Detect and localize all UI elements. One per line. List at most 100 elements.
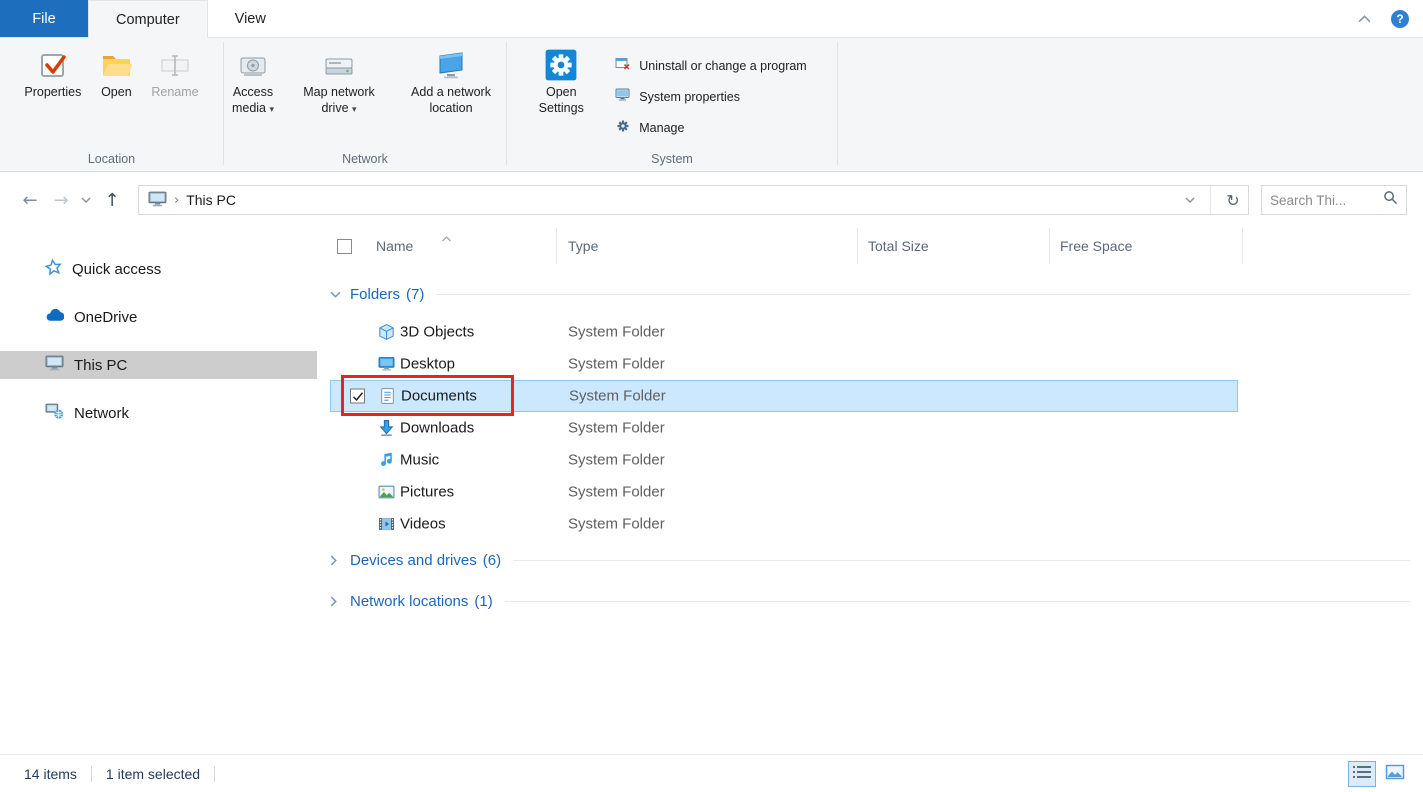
navigation-pane: Quick access OneDrive This PC Network [0,228,317,754]
access-media-button[interactable]: Access media ▾ [221,43,285,118]
media-drive-icon [236,48,270,82]
large-icons-view-icon [1385,764,1405,783]
rename-label: Rename [151,85,198,101]
downloads-icon [378,420,395,437]
selection-count: 1 item selected [106,766,200,782]
group-header-devices-and-drives[interactable]: Devices and drives (6) [330,546,1410,574]
sidebar-item-network[interactable]: Network [0,399,317,427]
back-button[interactable]: ← [14,190,46,211]
column-header-free-space[interactable]: Free Space [1050,228,1243,264]
sidebar-item-quick-access[interactable]: Quick access [0,255,317,283]
breadcrumb-this-pc[interactable]: This PC [186,192,236,208]
network-location-icon [434,48,468,82]
refresh-icon[interactable]: ↻ [1218,191,1248,210]
file-explorer-window: File Computer View ? Properties [0,0,1423,792]
group-header-folders[interactable]: Folders (7) [330,280,1410,308]
up-button[interactable]: ↑ [96,190,128,211]
column-header-total-size[interactable]: Total Size [858,228,1050,264]
rename-icon [158,48,192,82]
documents-icon [379,388,396,405]
music-note-icon [378,452,395,469]
address-dropdown-icon[interactable] [1177,186,1203,214]
column-header-name[interactable]: Name [317,228,557,264]
dropdown-arrow-icon: ▾ [352,105,357,115]
open-button[interactable]: Open [93,43,139,103]
chevron-down-icon[interactable] [330,291,350,298]
this-pc-icon [45,355,64,375]
sort-ascending-icon[interactable] [441,229,452,245]
3d-objects-icon [378,324,395,341]
add-network-location-label: Add a network location [399,85,503,116]
manage-button[interactable]: Manage [605,112,816,143]
select-all-checkbox[interactable] [337,239,352,254]
collapse-ribbon-icon[interactable] [1358,10,1371,28]
file-row-videos[interactable]: Videos System Folder [330,508,1238,540]
sidebar-item-this-pc[interactable]: This PC [0,351,317,379]
chevron-right-icon[interactable] [330,555,350,566]
search-icon[interactable] [1383,190,1398,210]
file-row-3d-objects[interactable]: 3D Objects System Folder [330,316,1238,348]
ribbon-group-location: Properties Open Rename Location [0,38,223,171]
file-row-downloads[interactable]: Downloads System Folder [330,412,1238,444]
system-properties-button[interactable]: System properties [605,81,816,112]
this-pc-icon [148,191,167,210]
chevron-right-icon[interactable] [330,596,350,607]
properties-icon [36,48,70,82]
forward-button[interactable]: → [46,190,76,211]
properties-label: Properties [24,85,81,101]
manage-gear-icon [615,118,631,137]
rename-button: Rename [145,43,204,103]
large-icons-view-button[interactable] [1381,761,1409,787]
uninstall-label: Uninstall or change a program [639,59,806,73]
uninstall-icon [615,56,631,75]
search-input[interactable] [1270,193,1383,208]
tab-computer[interactable]: Computer [88,0,208,38]
ribbon-group-system: Open Settings Uninstall or change a prog… [507,38,837,171]
group-label-system: System [507,152,837,166]
item-count: 14 items [24,766,77,782]
videos-icon [378,516,395,533]
address-bar[interactable]: › This PC ↻ [138,185,1249,215]
file-list-pane: Name Type Total Size Free Space Folder [317,228,1423,754]
details-view-icon [1352,764,1372,783]
group-header-network-locations[interactable]: Network locations (1) [330,587,1410,615]
ribbon: Properties Open Rename Location [0,38,1423,172]
map-network-drive-label: Map network drive [303,85,375,115]
file-row-desktop[interactable]: Desktop System Folder [330,348,1238,380]
onedrive-cloud-icon [45,308,64,326]
open-folder-icon [99,48,133,82]
tab-file[interactable]: File [0,0,88,37]
breadcrumb-chevron-icon[interactable]: › [174,193,179,208]
sidebar-item-onedrive[interactable]: OneDrive [0,303,317,331]
uninstall-program-button[interactable]: Uninstall or change a program [605,50,816,81]
open-settings-label: Open Settings [533,85,589,116]
file-row-documents[interactable]: Documents System Folder [330,380,1238,412]
properties-button[interactable]: Properties [18,43,87,103]
pictures-icon [378,484,395,501]
sidebar-item-label: Network [74,405,129,422]
details-view-button[interactable] [1348,761,1376,787]
ribbon-tab-bar: File Computer View ? [0,0,1423,38]
map-network-drive-button[interactable]: Map network drive ▾ [291,43,387,118]
dropdown-arrow-icon: ▾ [270,105,275,115]
status-bar: 14 items 1 item selected [0,754,1423,792]
open-settings-button[interactable]: Open Settings [527,43,595,118]
tab-view[interactable]: View [208,0,293,37]
documents-checkbox[interactable] [350,389,365,404]
network-drive-icon [322,48,356,82]
column-header-type[interactable]: Type [557,228,858,264]
search-box[interactable] [1261,185,1407,215]
access-media-label: Access media [232,85,273,115]
add-network-location-button[interactable]: Add a network location [393,43,509,118]
file-row-music[interactable]: Music System Folder [330,444,1238,476]
sidebar-item-label: OneDrive [74,309,137,326]
group-label-network: Network [224,152,506,166]
file-row-pictures[interactable]: Pictures System Folder [330,476,1238,508]
recent-locations-icon[interactable] [76,197,96,203]
sidebar-item-label: Quick access [72,261,161,278]
quick-access-star-icon [45,259,62,280]
column-headers: Name Type Total Size Free Space [317,228,1423,264]
group-label-location: Location [0,152,223,166]
help-icon[interactable]: ? [1391,10,1409,28]
address-bar-row: ← → ↑ › This PC ↻ [0,172,1423,228]
